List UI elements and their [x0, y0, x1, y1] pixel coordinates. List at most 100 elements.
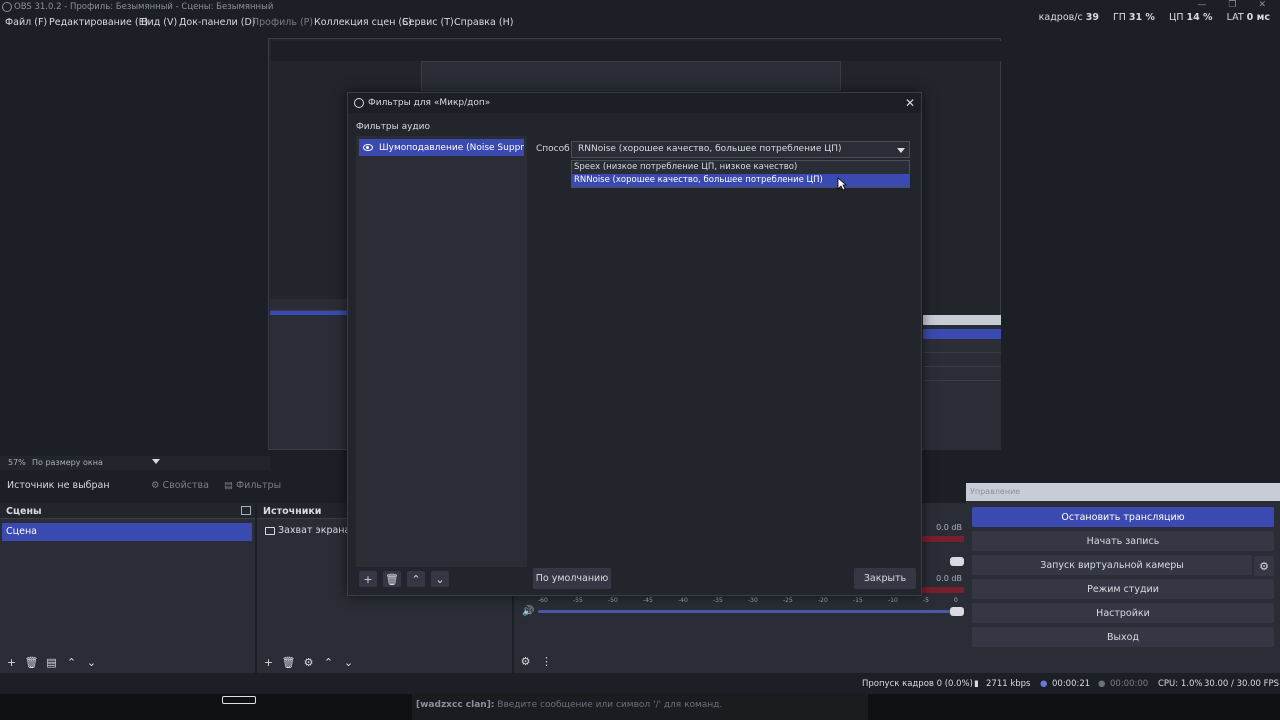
add-icon[interactable]: + [263, 657, 274, 668]
chat-input[interactable]: [wadzxcc clan]: Введите сообщение или си… [412, 694, 868, 720]
defaults-button[interactable]: По умолчанию [533, 568, 611, 589]
scale-tick: -50 [608, 597, 618, 604]
filter-settings-pane: Способ RNNoise (хорошее качество, больше… [530, 136, 915, 567]
settings-button[interactable]: Настройки [972, 603, 1274, 623]
trash-icon[interactable]: 🗑 [282, 657, 296, 668]
chevron-up-icon[interactable]: ⌃ [66, 657, 77, 668]
gear-icon[interactable]: ⚙ [303, 657, 314, 668]
zoom-mode-select[interactable]: По размеру окна [32, 458, 103, 467]
nested-strip [923, 315, 1001, 325]
window-title: OBS 31.0.2 - Профиль: Безымянный - Сцены… [14, 2, 274, 12]
menu-file[interactable]: Файл (F) [5, 17, 47, 28]
eye-icon[interactable] [363, 144, 373, 151]
sources-toolbar: + 🗑 ⚙ ⌃ ⌄ [257, 651, 512, 673]
nested-row [923, 371, 1001, 381]
exit-button[interactable]: Выход [972, 627, 1274, 647]
status-bar: Пропуск кадров 0 (0.0%) ▮ 2711 kbps ● 00… [0, 674, 1280, 694]
menu-view[interactable]: Вид (V) [141, 17, 177, 28]
stop-stream-button[interactable]: Остановить трансляцию [972, 507, 1274, 527]
bitrate: 2711 kbps [986, 679, 1031, 689]
scale-tick: -40 [678, 597, 688, 604]
chevron-down-icon[interactable]: ⌄ [431, 571, 449, 587]
filter-list-item[interactable]: Шумоподавление (Noise Suppres [359, 139, 524, 156]
method-dropdown-list: Speex (низкое потребление ЦП, низкое кач… [571, 160, 910, 188]
nested-controls-panel [923, 315, 1001, 450]
fps-stat: кадров/с 39 [1038, 12, 1099, 23]
properties-button[interactable]: ⚙ Свойства [151, 480, 209, 491]
dropped-frames: Пропуск кадров 0 (0.0%) [862, 679, 973, 689]
source-list-item[interactable]: Захват экрана [265, 525, 350, 536]
method-option-speex[interactable]: Speex (низкое потребление ЦП, низкое кач… [572, 161, 909, 174]
volume-slider-knob[interactable] [950, 557, 964, 566]
mixer-toolbar: ⚙ ⋮ [520, 656, 552, 667]
context-bar: Источник не выбран ⚙ Свойства ▤ Фильтры [0, 476, 350, 496]
chevron-down-icon [897, 148, 905, 153]
scenes-dock-header: Сцены [0, 503, 255, 519]
menu-tools[interactable]: Сервис (T) [402, 17, 454, 28]
close-button[interactable]: Закрыть [854, 568, 916, 589]
virtual-camera-settings-button[interactable]: ⚙ [1254, 556, 1274, 576]
method-option-rnnoise[interactable]: RNNoise (хорошее качество, большее потре… [572, 174, 909, 187]
scale-tick: -5 [923, 597, 929, 604]
speaker-icon[interactable]: 🔊 [522, 606, 534, 617]
undock-icon[interactable] [241, 506, 251, 515]
meter-db-label: 0.0 dB [936, 574, 962, 583]
close-window-icon[interactable]: ✕ [1258, 0, 1266, 10]
close-icon[interactable]: ✕ [905, 96, 915, 110]
chevron-up-icon[interactable]: ⌃ [407, 571, 425, 587]
trash-icon[interactable]: 🗑 [383, 571, 401, 587]
controls-title: Управление [966, 483, 1280, 501]
chevron-down-icon[interactable] [152, 459, 160, 464]
signal-icon: ▮ [974, 679, 979, 689]
desktop-bottom-strip: [wadzxcc clan]: Введите сообщение или си… [0, 694, 1280, 720]
no-source-label: Источник не выбран [7, 480, 110, 491]
menu-edit[interactable]: Редактирование (E) [49, 17, 148, 28]
method-select[interactable]: RNNoise (хорошее качество, большее потре… [571, 141, 910, 158]
menu-profile[interactable]: Профиль (P) [252, 17, 313, 28]
latency-stat: LAT 0 мс [1226, 12, 1270, 23]
zoom-value: 57% [8, 458, 26, 467]
minimize-icon[interactable]: — [1197, 0, 1206, 10]
scale-tick: -55 [573, 597, 583, 604]
gpu-stat: ГП 31 % [1112, 12, 1155, 23]
zoom-bar: 57% По размеру окна [0, 456, 270, 470]
chevron-down-icon[interactable]: ⌄ [343, 657, 354, 668]
start-record-button[interactable]: Начать запись [972, 531, 1274, 551]
chevron-up-icon[interactable]: ⌃ [323, 657, 334, 668]
menu-docks[interactable]: Док-панели (D) [179, 17, 255, 28]
studio-mode-button[interactable]: Режим студии [972, 579, 1274, 599]
menu-scene-collection[interactable]: Коллекция сцен (S) [314, 17, 412, 28]
sources-title: Источники [263, 506, 322, 517]
scene-list-item[interactable]: Сцена [2, 523, 252, 541]
record-time: 00:00:00 [1110, 679, 1149, 689]
nested-menu [271, 41, 1001, 61]
filters-button[interactable]: ▤ Фильтры [224, 480, 281, 491]
obs-logo-icon [2, 2, 12, 12]
virtual-camera-button[interactable]: Запуск виртуальной камеры [972, 555, 1252, 575]
advanced-audio-icon[interactable]: ⚙ [520, 656, 531, 667]
obs-logo-icon [354, 98, 364, 108]
audio-filter-list[interactable]: Шумоподавление (Noise Suppres [356, 136, 527, 567]
more-options-icon[interactable]: ⋮ [541, 656, 552, 667]
menu-help[interactable]: Справка (H) [454, 17, 513, 28]
stream-icon: ● [1040, 679, 1048, 689]
add-filter-icon[interactable]: + [359, 571, 377, 587]
trash-icon[interactable]: 🗑 [25, 657, 39, 668]
window-controls: — ❐ ✕ [1197, 0, 1266, 10]
taskbar-element [222, 696, 256, 704]
nested-inner-window [421, 61, 841, 91]
scenes-title: Сцены [6, 506, 42, 517]
filter-icon[interactable]: ▤ [46, 657, 57, 668]
chevron-down-icon[interactable]: ⌄ [86, 657, 97, 668]
gear-icon: ⚙ [151, 480, 160, 491]
scenes-dock: Сцены Сцена + 🗑 ▤ ⌃ ⌄ [0, 503, 255, 673]
volume-slider-knob[interactable] [950, 607, 964, 616]
scale-tick: -10 [888, 597, 898, 604]
scale-tick: -45 [643, 597, 653, 604]
dialog-title: Фильтры для «Микр/доп» [368, 98, 491, 108]
add-icon[interactable]: + [6, 657, 17, 668]
dialog-titlebar: Фильтры для «Микр/доп» ✕ [348, 93, 921, 113]
volume-slider[interactable] [538, 610, 956, 613]
scale-tick: 0 [954, 597, 958, 604]
maximize-icon[interactable]: ❐ [1228, 0, 1236, 10]
